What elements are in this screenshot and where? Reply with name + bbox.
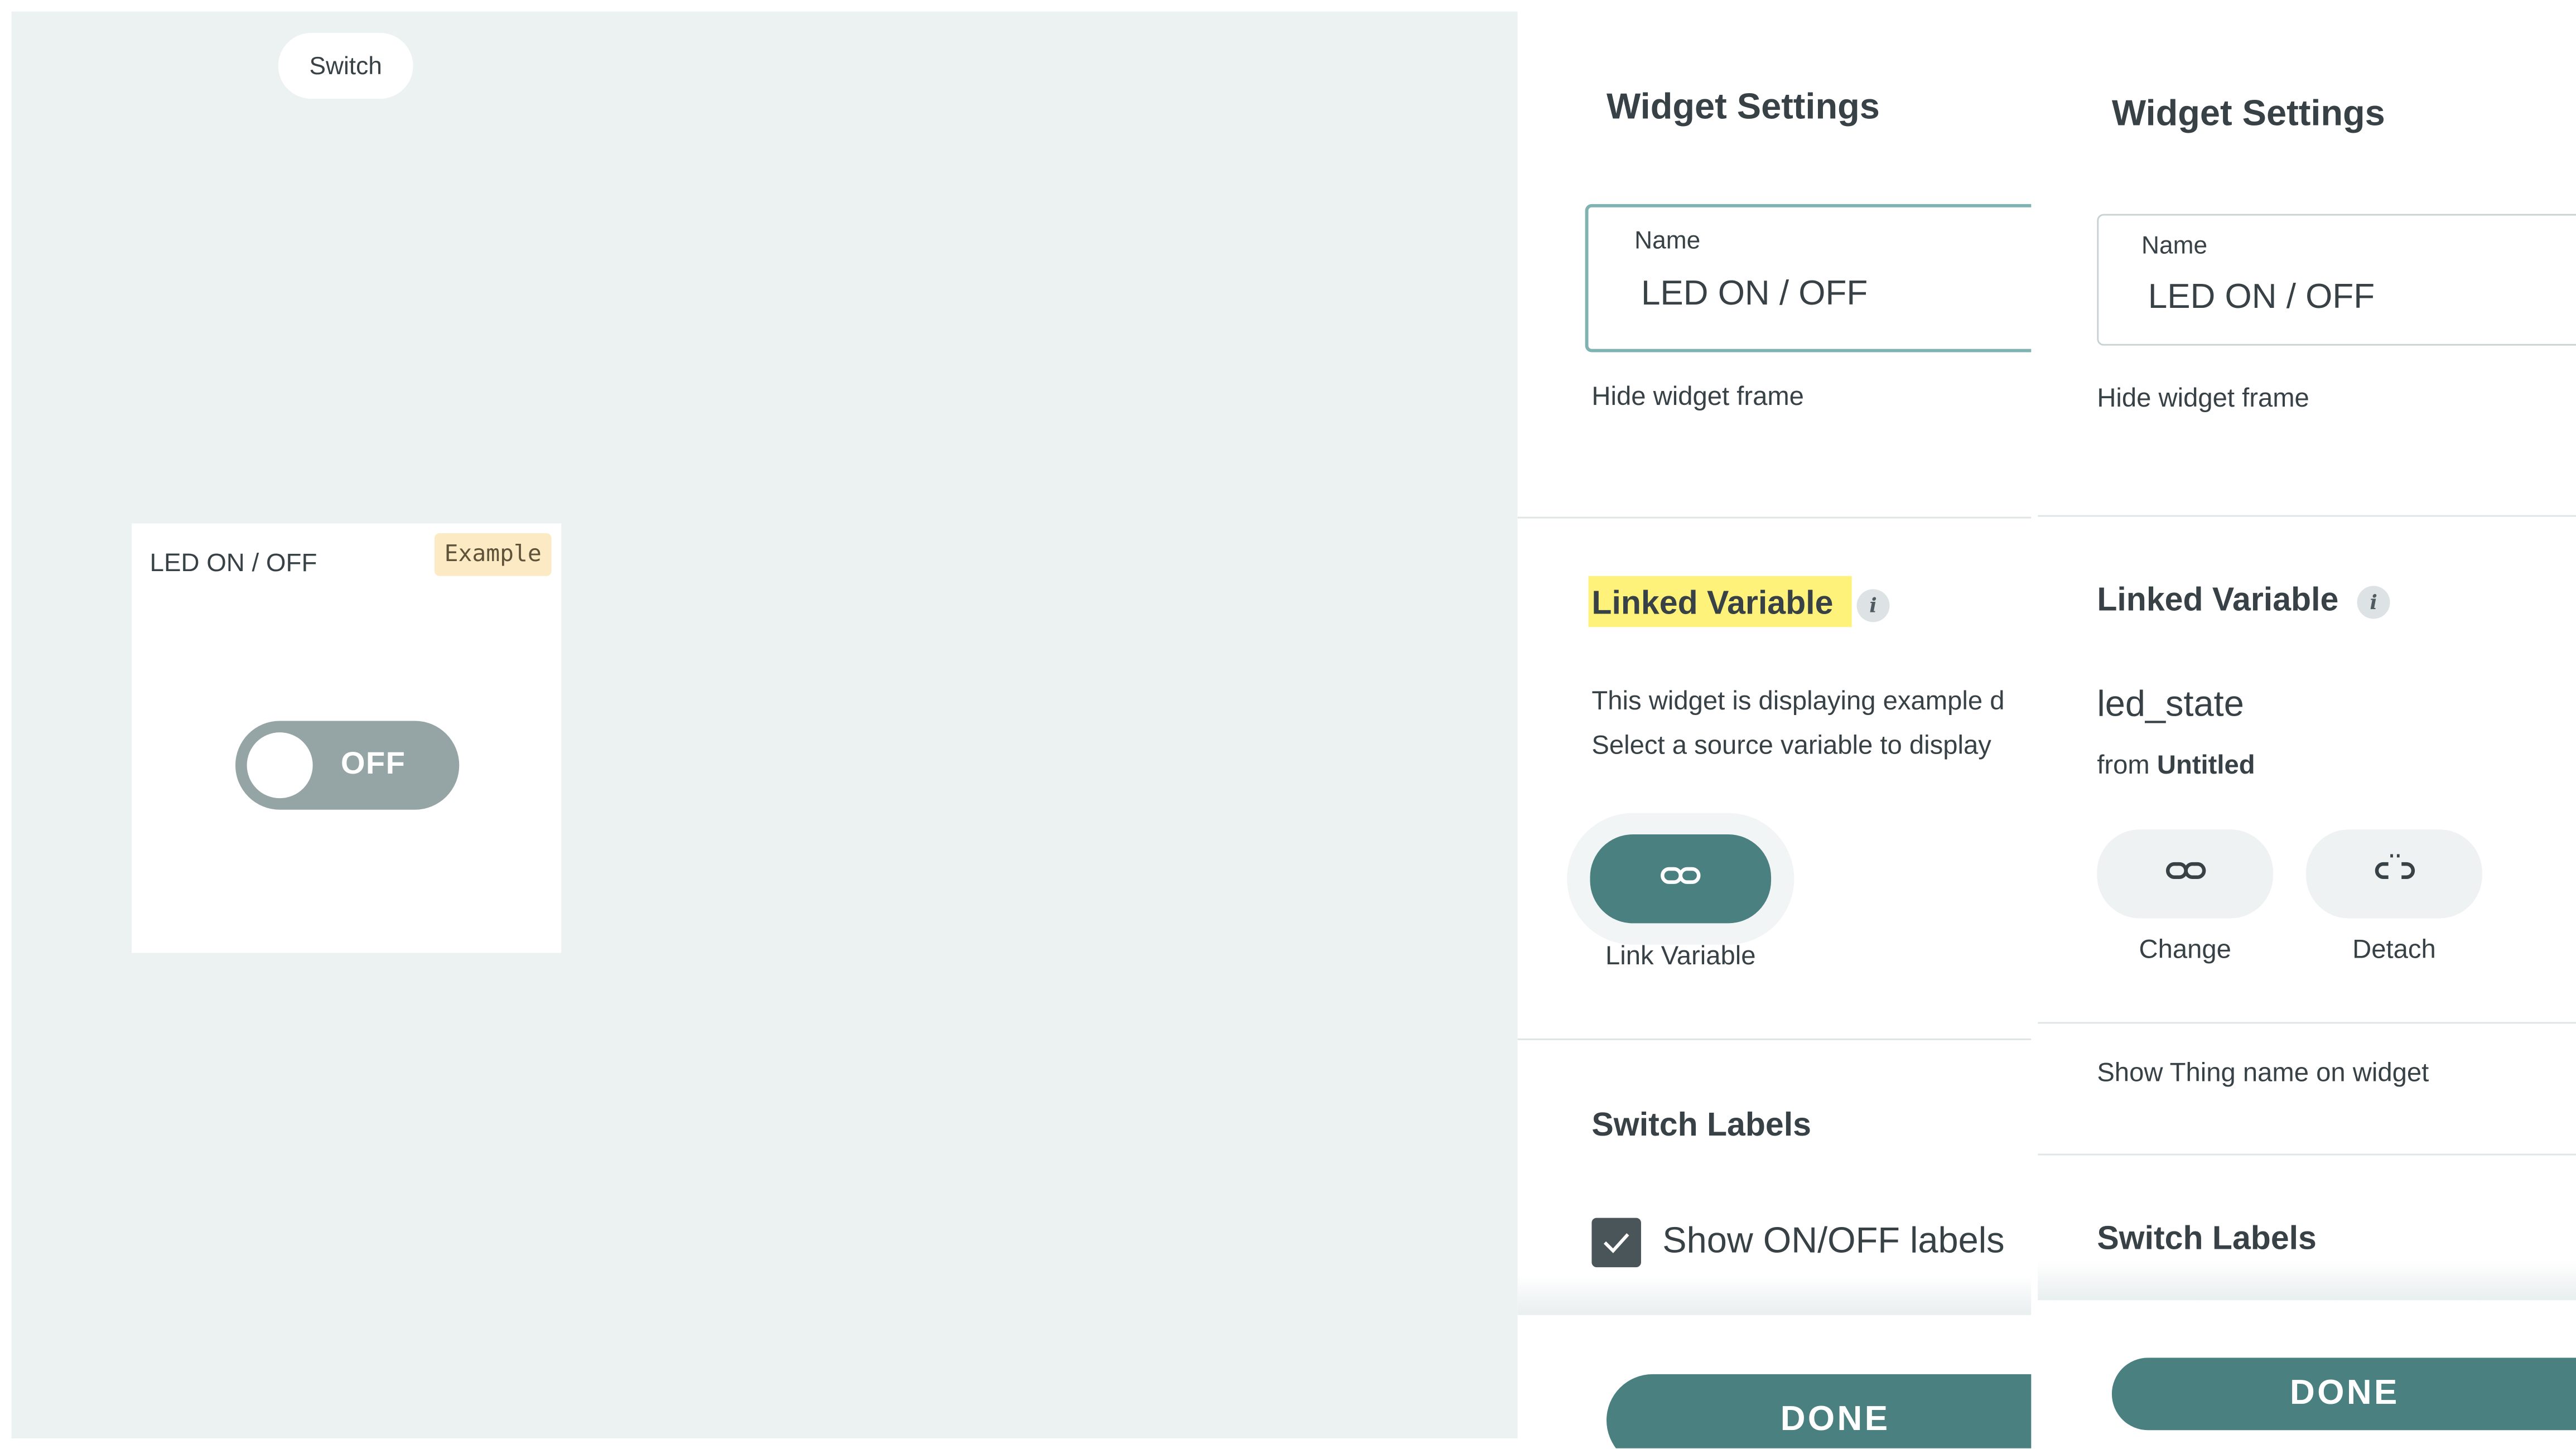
section-divider	[2038, 1022, 2576, 1024]
description-line-1: This widget is displaying example d	[1591, 688, 2005, 716]
section-divider	[2038, 1153, 2576, 1156]
section-divider	[1517, 516, 2032, 519]
dashboard-canvas: Switch LED ON / OFF Example OFF	[11, 11, 1518, 1438]
hide-frame-label[interactable]: Hide widget frame	[2097, 385, 2309, 414]
name-field-value: LED ON / OFF	[1641, 274, 1868, 313]
show-thing-name-label[interactable]: Show Thing name on widget	[2097, 1060, 2429, 1089]
switch-labels-title: Switch Labels	[2097, 1221, 2317, 1258]
info-icon[interactable]: i	[1856, 589, 1890, 622]
link-variable-label: Link Variable	[1605, 943, 1756, 971]
widget-settings-panel-example: Widget Settings Name LED ON / OFF Hide w…	[1517, 0, 2032, 1448]
link-icon	[2164, 857, 2207, 891]
name-field-label: Name	[1634, 227, 1701, 255]
name-field-label: Name	[2141, 232, 2208, 260]
unlink-icon	[2373, 852, 2416, 896]
done-button[interactable]: DONE	[2111, 1358, 2576, 1431]
linked-variable-name: led_state	[2097, 683, 2244, 724]
example-badge: Example	[434, 533, 552, 576]
done-label: DONE	[2290, 1374, 2400, 1412]
thing-name: Untitled	[2157, 752, 2255, 780]
switch-toggle[interactable]: OFF	[235, 721, 460, 810]
linked-variable-title: Linked Variable	[1591, 586, 1834, 622]
change-variable-button[interactable]	[2097, 829, 2274, 919]
done-label: DONE	[1780, 1400, 1890, 1438]
section-divider	[2038, 515, 2576, 517]
linked-variable-title: Linked Variable	[2097, 582, 2339, 619]
link-variable-button[interactable]	[1590, 834, 1772, 924]
panel-heading: Widget Settings	[2111, 92, 2385, 134]
info-icon[interactable]: i	[2357, 586, 2390, 619]
description-line-2: Select a source variable to display	[1591, 732, 1991, 761]
detach-variable-button[interactable]	[2306, 829, 2482, 919]
name-field[interactable]: Name LED ON / OFF	[2097, 214, 2576, 346]
toggle-state-label: OFF	[340, 747, 406, 782]
checkmark-icon	[1603, 1233, 1629, 1253]
scroll-fade	[2038, 1260, 2576, 1301]
widget-type-chip[interactable]: Switch	[278, 33, 413, 99]
linked-thing-line: from Untitled	[2097, 752, 2255, 782]
section-divider	[1517, 1038, 2032, 1040]
from-prefix: from	[2097, 752, 2150, 780]
show-labels-checkbox[interactable]	[1591, 1218, 1641, 1268]
toggle-knob	[247, 732, 313, 799]
widget-title: LED ON / OFF	[149, 549, 317, 578]
detach-label: Detach	[2352, 936, 2436, 965]
hide-frame-label[interactable]: Hide widget frame	[1591, 384, 1804, 413]
switch-labels-title: Switch Labels	[1591, 1107, 1811, 1144]
panel-heading: Widget Settings	[1606, 85, 1880, 127]
change-label: Change	[2139, 936, 2231, 965]
scroll-fade	[1517, 1275, 2032, 1315]
show-labels-text[interactable]: Show ON/OFF labels	[1662, 1220, 2004, 1263]
link-icon	[1659, 862, 1702, 896]
done-button[interactable]: DONE	[1606, 1374, 2032, 1448]
name-field-value: LED ON / OFF	[2148, 278, 2375, 316]
name-field[interactable]: Name LED ON / OFF	[1585, 204, 2032, 352]
switch-widget[interactable]: LED ON / OFF Example OFF	[132, 523, 562, 953]
widget-settings-panel-linked: Widget Settings Name LED ON / OFF Hide w…	[2038, 0, 2576, 1448]
